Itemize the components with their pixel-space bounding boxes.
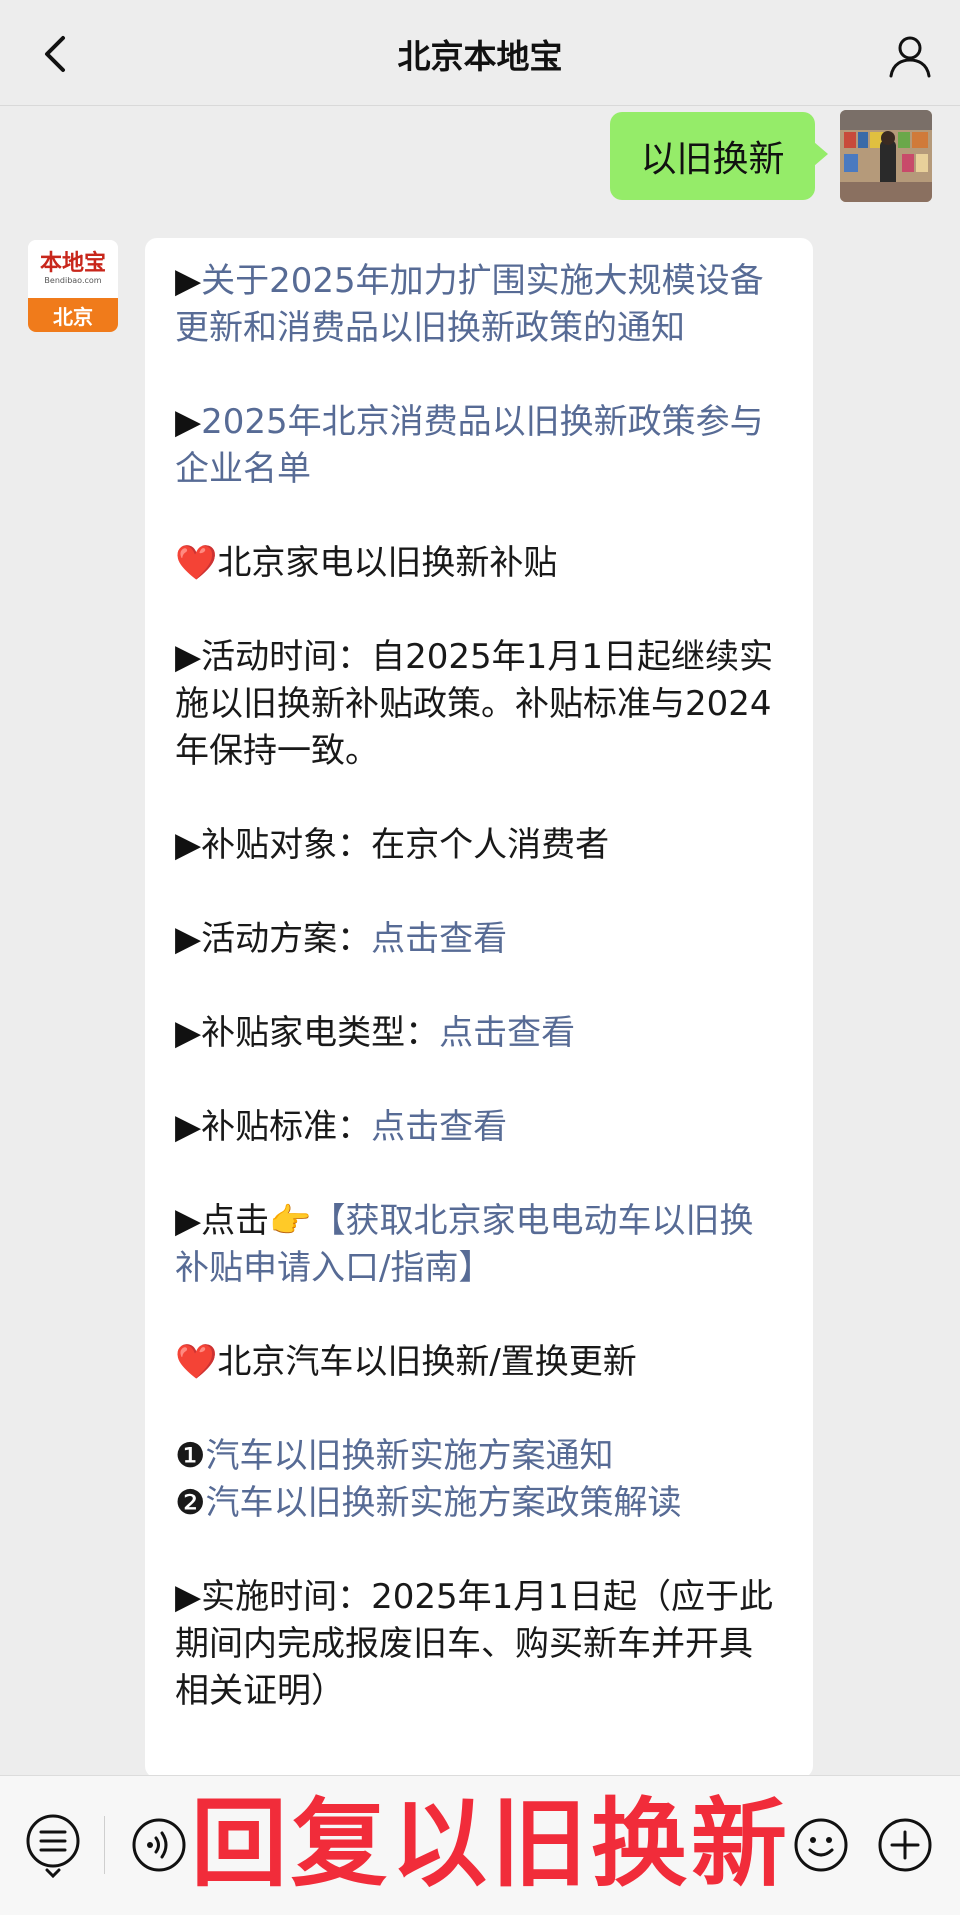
- heart-icon: ❤️: [175, 1342, 218, 1382]
- plus-icon: [878, 1818, 932, 1872]
- number-one-icon: ❶: [175, 1436, 206, 1476]
- list-item: ▶活动方案：点击查看: [175, 919, 508, 959]
- list-item: ▶点击👉【获取北京家电电动车以旧换补贴申请入口/指南】: [175, 1201, 754, 1288]
- incoming-message-bubble: ▶关于2025年加力扩围实施大规模设备更新和消费品以旧换新政策的通知 ▶2025…: [145, 238, 813, 1778]
- user-icon: [889, 36, 931, 78]
- bendibao-avatar[interactable]: 本地宝 Bendibao.com 北京: [28, 240, 118, 332]
- plus-button[interactable]: [874, 1814, 936, 1876]
- bendibao-logo-sub: Bendibao.com: [44, 275, 102, 285]
- list-item: ▶活动时间：自2025年1月1日起继续实施以旧换新补贴政策。补贴标准与2024年…: [175, 637, 773, 771]
- avatar-city-label: 北京: [28, 298, 118, 332]
- heart-icon: ❤️: [175, 543, 218, 583]
- reply-keyword-overlay: 回复以旧换新: [191, 1787, 791, 1900]
- profile-button[interactable]: [880, 28, 940, 84]
- list-item: ▶实施时间：2025年1月1日起（应于此期间内完成报废旧车、购买新车并开具相关证…: [175, 1577, 773, 1711]
- activity-plan-link[interactable]: 点击查看: [371, 919, 507, 959]
- list-item: ▶补贴家电类型：点击查看: [175, 1013, 576, 1053]
- my-avatar[interactable]: [840, 110, 932, 202]
- section-heading: ❤️北京家电以旧换新补贴: [175, 543, 558, 583]
- company-list-link[interactable]: 2025年北京消费品以旧换新政策参与企业名单: [175, 402, 764, 489]
- divider: [104, 1816, 105, 1874]
- menu-button[interactable]: [22, 1814, 84, 1878]
- appliance-types-link[interactable]: 点击查看: [439, 1013, 575, 1053]
- list-item[interactable]: ▶2025年北京消费品以旧换新政策参与企业名单: [175, 399, 785, 493]
- car-plan-interpretation-link[interactable]: 汽车以旧换新实施方案政策解读: [205, 1483, 681, 1523]
- top-nav-bar: 北京本地宝: [0, 0, 960, 106]
- chat-title: 北京本地宝: [397, 37, 563, 76]
- subsidy-standard-link[interactable]: 点击查看: [371, 1107, 507, 1147]
- bookshelf-photo: [840, 110, 932, 202]
- list-item: ▶补贴标准：点击查看: [175, 1107, 508, 1147]
- car-plan-notice-link[interactable]: 汽车以旧换新实施方案通知: [205, 1436, 613, 1476]
- list-item: ❶汽车以旧换新实施方案通知 ❷汽车以旧换新实施方案政策解读: [175, 1433, 785, 1527]
- bendibao-logo: 本地宝: [39, 250, 106, 276]
- list-item: ▶补贴对象：在京个人消费者: [175, 825, 610, 865]
- outgoing-message-bubble[interactable]: 以旧换新: [610, 112, 828, 200]
- outgoing-message-text: 以旧换新: [640, 139, 785, 180]
- number-two-icon: ❷: [175, 1483, 206, 1523]
- policy-notice-link[interactable]: 关于2025年加力扩围实施大规模设备更新和消费品以旧换新政策的通知: [175, 261, 764, 348]
- list-menu-icon: [26, 1814, 80, 1878]
- list-item[interactable]: ▶关于2025年加力扩围实施大规模设备更新和消费品以旧换新政策的通知: [175, 258, 785, 352]
- section-heading: ❤️北京汽车以旧换新/置换更新: [175, 1342, 637, 1382]
